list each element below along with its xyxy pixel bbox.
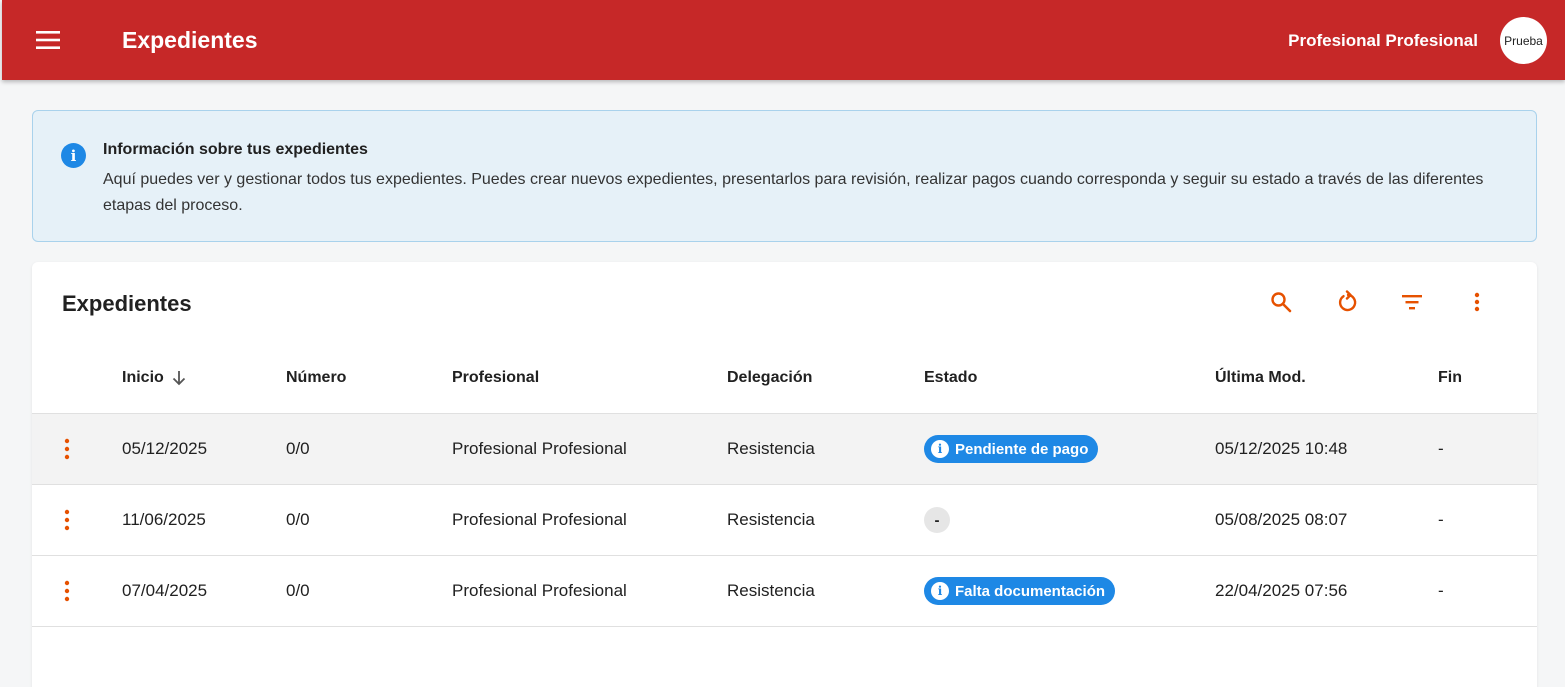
info-text: Aquí puedes ver y gestionar todos tus ex… [103, 171, 1484, 214]
cell-ultima-mod: 05/08/2025 08:07 [1215, 510, 1348, 529]
cell-profesional: Profesional Profesional [452, 439, 627, 458]
cell-ultima-mod: 22/04/2025 07:56 [1215, 581, 1348, 600]
filter-icon [1402, 295, 1422, 310]
refresh-button[interactable] [1327, 282, 1367, 322]
avatar[interactable]: Prueba [1500, 17, 1547, 64]
cell-inicio: 11/06/2025 [122, 510, 206, 529]
more-vert-icon [64, 580, 70, 602]
column-header-numero[interactable]: Número [286, 367, 346, 389]
cell-delegacion: Resistencia [727, 510, 815, 529]
page-title: Expedientes [122, 27, 258, 53]
column-header-ultima-mod[interactable]: Última Mod. [1215, 367, 1306, 389]
status-label: Falta documentación [955, 582, 1106, 600]
cell-profesional: Profesional Profesional [452, 510, 627, 529]
status-label: Pendiente de pago [955, 440, 1089, 458]
row-menu-button[interactable] [54, 505, 80, 535]
cell-numero: 0/0 [286, 439, 310, 458]
table-title: Expedientes [62, 291, 192, 316]
more-options-button[interactable] [1457, 282, 1497, 322]
row-menu-button[interactable] [54, 576, 80, 606]
search-icon [1271, 292, 1292, 313]
cell-numero: 0/0 [286, 510, 310, 529]
status-badge: - [924, 507, 950, 533]
row-menu-button[interactable] [54, 434, 80, 464]
user-name[interactable]: Profesional Profesional [1288, 30, 1478, 52]
cell-fin: - [1438, 510, 1444, 529]
cell-inicio: 05/12/2025 [122, 439, 208, 458]
expedientes-card: Expedientes Inicio Número Profesional De… [32, 262, 1537, 687]
table-row[interactable]: 07/04/2025 0/0 Profesional Profesional R… [32, 556, 1537, 627]
arrow-down-icon [172, 371, 185, 386]
search-button[interactable] [1261, 282, 1301, 322]
cell-fin: - [1438, 439, 1444, 458]
more-vert-icon [64, 438, 70, 460]
info-icon: i [931, 582, 949, 600]
cell-profesional: Profesional Profesional [452, 581, 627, 600]
status-badge: i Pendiente de pago [924, 435, 1099, 463]
hamburger-menu-icon [36, 31, 60, 49]
table-row[interactable]: 05/12/2025 0/0 Profesional Profesional R… [32, 414, 1537, 485]
cell-delegacion: Resistencia [727, 439, 815, 458]
filter-button[interactable] [1392, 282, 1432, 322]
column-header-delegacion[interactable]: Delegación [727, 367, 812, 389]
column-header-inicio[interactable]: Inicio [122, 367, 188, 389]
info-icon: i [931, 440, 949, 458]
cell-numero: 0/0 [286, 581, 310, 600]
status-badge: i Falta documentación [924, 577, 1116, 605]
cell-estado: i Falta documentación [924, 556, 1116, 626]
column-header-profesional[interactable]: Profesional [452, 367, 539, 389]
info-banner: i Información sobre tus expedientes Aquí… [32, 110, 1537, 242]
more-vert-icon [1474, 292, 1480, 312]
menu-button[interactable] [28, 22, 68, 58]
refresh-icon [1338, 290, 1357, 312]
cell-ultima-mod: 05/12/2025 10:48 [1215, 439, 1348, 458]
app-bar: Expedientes Profesional Profesional Prue… [2, 0, 1565, 80]
table-row[interactable]: 11/06/2025 0/0 Profesional Profesional R… [32, 485, 1537, 556]
info-title: Información sobre tus expedientes [103, 141, 368, 158]
info-icon: i [61, 143, 86, 168]
cell-inicio: 07/04/2025 [122, 581, 208, 600]
column-label: Inicio [122, 369, 164, 386]
cell-estado: i Pendiente de pago [924, 414, 1099, 484]
more-vert-icon [64, 509, 70, 531]
column-header-estado[interactable]: Estado [924, 367, 977, 389]
cell-fin: - [1438, 581, 1444, 600]
cell-estado: - [924, 485, 950, 555]
cell-delegacion: Resistencia [727, 581, 815, 600]
column-header-fin[interactable]: Fin [1438, 367, 1462, 389]
